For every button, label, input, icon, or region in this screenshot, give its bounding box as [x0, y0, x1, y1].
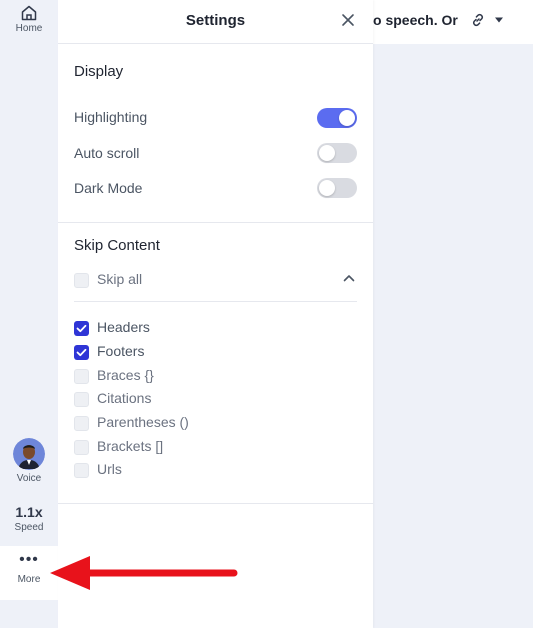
checkbox-box: [74, 321, 89, 336]
parentheses-label: Parentheses (): [97, 414, 189, 430]
display-section-title: Display: [74, 63, 124, 80]
headers-checkbox[interactable]: Headers: [74, 318, 274, 338]
checkbox-box: [74, 440, 89, 455]
link-icon[interactable]: [470, 12, 486, 28]
auto-scroll-label: Auto scroll: [74, 145, 140, 161]
footers-label: Footers: [97, 343, 145, 359]
checkbox-box: [74, 273, 89, 288]
headers-label: Headers: [97, 319, 150, 335]
voice-nav-item[interactable]: Voice: [0, 438, 58, 484]
skip-all-label: Skip all: [97, 271, 143, 287]
toggle-knob: [319, 145, 335, 161]
braces-checkbox[interactable]: Braces {}: [74, 366, 274, 386]
dark-mode-toggle[interactable]: [317, 178, 357, 198]
check-icon: [76, 324, 87, 333]
dark-mode-label: Dark Mode: [74, 180, 143, 196]
speed-nav-item[interactable]: 1.1x Speed: [0, 504, 58, 533]
voice-avatar: [13, 438, 45, 470]
urls-label: Urls: [97, 461, 122, 477]
close-icon[interactable]: [341, 13, 355, 27]
skip-all-divider: [74, 301, 357, 302]
highlighting-label: Highlighting: [74, 109, 148, 125]
toggle-knob: [319, 180, 335, 196]
speed-value: 1.1x: [15, 504, 43, 520]
brackets-label: Brackets []: [97, 438, 164, 454]
footers-checkbox[interactable]: Footers: [74, 342, 274, 362]
checkbox-box: [74, 416, 89, 431]
more-nav-item[interactable]: ••• More: [0, 546, 58, 600]
toggle-knob: [339, 110, 355, 126]
check-icon: [76, 348, 87, 357]
skip-content-section-title: Skip Content: [74, 237, 160, 254]
speed-label: Speed: [14, 522, 44, 533]
checkbox-box: [74, 369, 89, 384]
home-label: Home: [15, 23, 43, 34]
caret-down-icon[interactable]: [494, 17, 504, 23]
checkbox-box: [74, 463, 89, 478]
citations-checkbox[interactable]: Citations: [74, 389, 274, 409]
settings-header: Settings: [58, 0, 373, 44]
braces-label: Braces {}: [97, 367, 154, 383]
section-divider: [58, 503, 373, 504]
more-label: More: [17, 574, 41, 585]
parentheses-checkbox[interactable]: Parentheses (): [74, 413, 274, 433]
left-rail: Home Voice 1.1x Speed ••• More: [0, 0, 58, 628]
chevron-up-icon[interactable]: [343, 274, 355, 282]
skip-all-checkbox[interactable]: Skip all: [74, 270, 274, 290]
auto-scroll-toggle[interactable]: [317, 143, 357, 163]
document-title: o speech. Or: [373, 12, 458, 28]
document-area: [373, 0, 533, 628]
voice-label: Voice: [16, 473, 42, 484]
citations-label: Citations: [97, 390, 152, 406]
checkbox-box: [74, 345, 89, 360]
section-divider: [58, 222, 373, 223]
home-nav-item[interactable]: Home: [0, 4, 58, 34]
urls-checkbox[interactable]: Urls: [74, 460, 274, 480]
brackets-checkbox[interactable]: Brackets []: [74, 437, 274, 457]
settings-title: Settings: [185, 12, 246, 29]
more-dots-icon: •••: [19, 551, 39, 568]
highlighting-toggle[interactable]: [317, 108, 357, 128]
checkbox-box: [74, 392, 89, 407]
settings-panel: Settings Display Highlighting Auto scrol…: [58, 0, 373, 628]
home-icon: [21, 5, 37, 21]
